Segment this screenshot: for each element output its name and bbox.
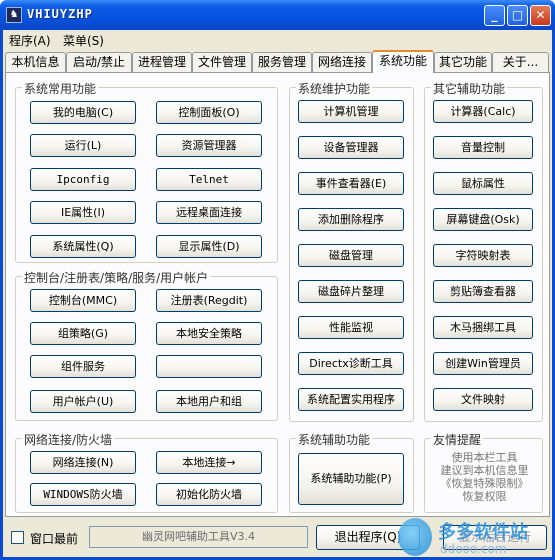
group-maintain: 系统维护功能 计算机管理 设备管理器 事件查看器(E) 添加删除程序 磁盘管理 … (289, 80, 414, 422)
on-screen-keyboard-button[interactable]: 屏幕键盘(Osk) (433, 208, 533, 231)
calculator-button[interactable]: 计算器(Calc) (433, 100, 533, 123)
app-icon[interactable]: ♞ (6, 7, 22, 23)
tab-services[interactable]: 服务管理 (252, 52, 312, 72)
run-button[interactable]: 运行(L) (30, 134, 136, 157)
close-button[interactable]: ✕ (530, 5, 551, 26)
tip-line: 建议到本机信息里 (440, 464, 529, 477)
volume-control-button[interactable]: 音量控制 (433, 136, 533, 159)
maximize-button[interactable]: □ (507, 5, 528, 26)
always-on-top-checkbox[interactable] (11, 531, 24, 544)
mouse-properties-button[interactable]: 鼠标属性 (433, 172, 533, 195)
group-title: 系统常用功能 (22, 80, 99, 97)
device-manager-button[interactable]: 设备管理器 (298, 136, 404, 159)
menu-bar: 程序(A) 菜单(S) (3, 30, 552, 48)
disk-defrag-button[interactable]: 磁盘碎片整理 (298, 280, 404, 303)
user-accounts-button[interactable]: 用户帐户(U) (30, 390, 136, 413)
remote-desktop-button[interactable]: 远程桌面连接 (156, 201, 262, 224)
tip-line: 使用本栏工具 (451, 451, 518, 464)
local-connection-button[interactable]: 本地连接→ (156, 451, 262, 474)
always-on-top-label: 窗口最前 (30, 532, 79, 546)
windows-firewall-button[interactable]: WINDOWS防火墙 (30, 483, 136, 506)
tab-page-system: 系统常用功能 我的电脑(C) 控制面板(O) 运行(L) 资源管理器 Ipcon… (5, 72, 550, 517)
app-window: ♞ VHIUYZHP _ □ ✕ 程序(A) 菜单(S) 本机信息 启动/禁止 … (0, 0, 555, 560)
file-mapping-button[interactable]: 文件映射 (433, 388, 533, 411)
msconfig-button[interactable]: 系统配置实用程序 (298, 388, 404, 411)
local-users-groups-button[interactable]: 本地用户和组 (156, 390, 262, 413)
character-map-button[interactable]: 字符映射表 (433, 244, 533, 267)
event-viewer-button[interactable]: 事件查看器(E) (298, 172, 404, 195)
status-bar: 窗口最前 幽灵网吧辅助工具V3.4 退出程序(Q) 显示后台运行 (3, 520, 552, 557)
group-common: 系统常用功能 我的电脑(C) 控制面板(O) 运行(L) 资源管理器 Ipcon… (15, 80, 278, 263)
ipconfig-button[interactable]: Ipconfig (30, 168, 136, 191)
blank-button[interactable] (156, 355, 262, 378)
reset-firewall-button[interactable]: 初始化防火墙 (156, 483, 262, 506)
add-remove-programs-button[interactable]: 添加删除程序 (298, 208, 404, 231)
directx-diag-button[interactable]: Directx诊断工具 (298, 352, 404, 375)
menu-program[interactable]: 程序(A) (9, 32, 51, 49)
local-security-policy-button[interactable]: 本地安全策略 (156, 322, 262, 345)
display-properties-button[interactable]: 显示属性(D) (156, 235, 262, 258)
mmc-button[interactable]: 控制台(MMC) (30, 289, 136, 312)
exit-button[interactable]: 退出程序(Q) (316, 525, 420, 550)
computer-management-button[interactable]: 计算机管理 (298, 100, 404, 123)
trojan-binder-button[interactable]: 木马捆绑工具 (433, 316, 533, 339)
group-title: 其它辅助功能 (431, 80, 508, 97)
ie-properties-button[interactable]: IE属性(I) (30, 201, 136, 224)
minimize-button[interactable]: _ (484, 5, 505, 26)
tab-strip: 本机信息 启动/禁止 进程管理 文件管理 服务管理 网络连接 系统功能 其它功能… (3, 50, 552, 73)
tab-files[interactable]: 文件管理 (192, 52, 252, 72)
title-bar[interactable]: ♞ VHIUYZHP _ □ ✕ (0, 0, 555, 30)
explorer-button[interactable]: 资源管理器 (156, 134, 262, 157)
telnet-button[interactable]: Telnet (156, 168, 262, 191)
tip-line: 恢复权限 (462, 490, 507, 503)
component-services-button[interactable]: 组件服务 (30, 355, 136, 378)
group-console: 控制台/注册表/策略/服务/用户帐户 控制台(MMC) 注册表(Regdit) … (15, 269, 278, 421)
group-title: 系统辅助功能 (296, 431, 373, 448)
control-panel-button[interactable]: 控制面板(O) (156, 101, 262, 124)
tab-other[interactable]: 其它功能 (434, 52, 492, 72)
accessibility-button[interactable]: 系统辅助功能(P) (298, 453, 404, 505)
menu-menu[interactable]: 菜单(S) (63, 32, 104, 49)
regedit-button[interactable]: 注册表(Regdit) (156, 289, 262, 312)
tab-network[interactable]: 网络连接 (312, 52, 372, 72)
performance-monitor-button[interactable]: 性能监视 (298, 316, 404, 339)
tip-line: 《恢复特殊限制》 (440, 477, 529, 490)
tab-startup[interactable]: 启动/禁止 (66, 52, 132, 72)
window-title: VHIUYZHP (27, 7, 93, 21)
group-tip: 友情提醒 使用本栏工具 建议到本机信息里 《恢复特殊限制》 恢复权限 (424, 431, 543, 513)
group-assist: 系统辅助功能 系统辅助功能(P) (289, 431, 414, 513)
group-title: 控制台/注册表/策略/服务/用户帐户 (22, 269, 211, 286)
disk-management-button[interactable]: 磁盘管理 (298, 244, 404, 267)
tab-about[interactable]: 关于... (492, 52, 549, 72)
version-label: 幽灵网吧辅助工具V3.4 (89, 526, 308, 548)
tab-local-info[interactable]: 本机信息 (5, 52, 66, 72)
group-title: 系统维护功能 (296, 80, 373, 97)
network-connections-button[interactable]: 网络连接(N) (30, 451, 136, 474)
group-title: 友情提醒 (431, 431, 484, 448)
background-run-button[interactable]: 显示后台运行 (443, 525, 547, 550)
system-properties-button[interactable]: 系统属性(Q) (30, 235, 136, 258)
group-title: 网络连接/防火墙 (22, 431, 115, 448)
group-policy-button[interactable]: 组策略(G) (30, 322, 136, 345)
group-other: 其它辅助功能 计算器(Calc) 音量控制 鼠标属性 屏幕键盘(Osk) 字符映… (424, 80, 543, 422)
tab-system[interactable]: 系统功能 (372, 50, 434, 73)
group-network: 网络连接/防火墙 网络连接(N) 本地连接→ WINDOWS防火墙 初始化防火墙 (15, 431, 278, 513)
tab-process[interactable]: 进程管理 (132, 52, 192, 72)
window-client: 程序(A) 菜单(S) 本机信息 启动/禁止 进程管理 文件管理 服务管理 网络… (3, 30, 552, 557)
clipbook-viewer-button[interactable]: 剪贴簿查看器 (433, 280, 533, 303)
my-computer-button[interactable]: 我的电脑(C) (30, 101, 136, 124)
create-admin-button[interactable]: 创建Win管理员 (433, 352, 533, 375)
